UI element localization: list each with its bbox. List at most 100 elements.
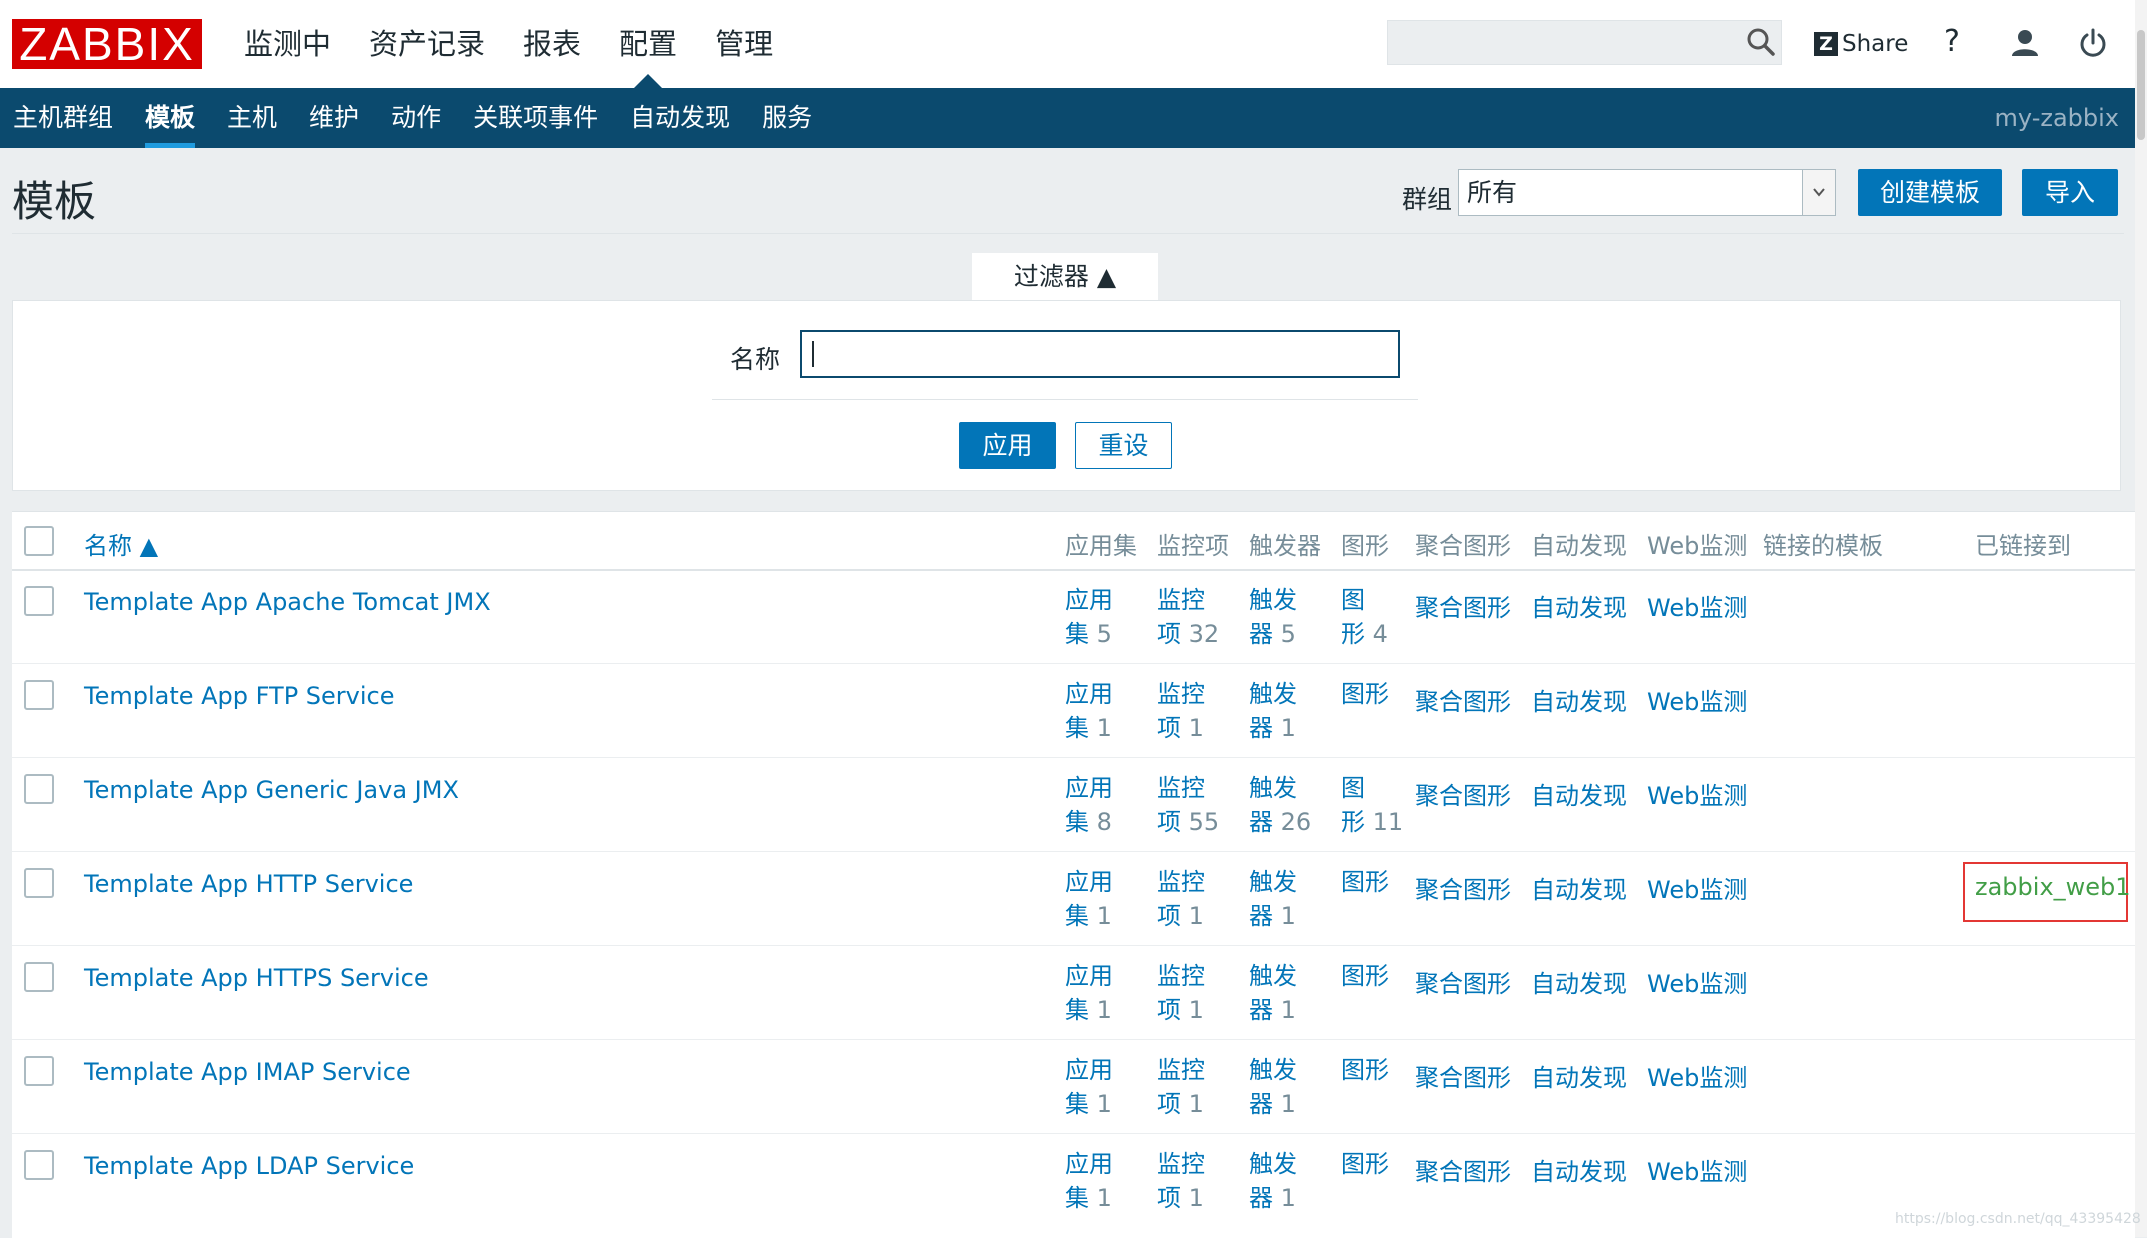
triggers-link-line2-label: 器	[1249, 902, 1273, 930]
items-link[interactable]: 监控项 55	[1157, 771, 1219, 839]
group-select[interactable]: 所有	[1458, 169, 1836, 216]
discovery-link[interactable]: 自动发现	[1531, 964, 1627, 999]
discovery-link[interactable]: 自动发现	[1531, 776, 1627, 811]
applications-link[interactable]: 应用集 1	[1065, 1053, 1113, 1121]
applications-link[interactable]: 应用集 8	[1065, 771, 1113, 839]
graphs-link[interactable]: 图形	[1341, 865, 1389, 899]
apply-button[interactable]: 应用	[959, 422, 1056, 469]
screens-link[interactable]: 聚合图形	[1415, 964, 1511, 999]
graphs-link[interactable]: 图形	[1341, 1147, 1389, 1181]
filter-tab[interactable]: 过滤器 ▲	[972, 253, 1158, 301]
discovery-link[interactable]: 自动发现	[1531, 1058, 1627, 1093]
main-menu-reports[interactable]: 报表	[504, 0, 600, 88]
items-link[interactable]: 监控项 1	[1157, 865, 1205, 933]
screens-link[interactable]: 聚合图形	[1415, 870, 1511, 905]
screens-link[interactable]: 聚合图形	[1415, 1152, 1511, 1187]
discovery-link[interactable]: 自动发现	[1531, 870, 1627, 905]
filter-name-input[interactable]	[800, 330, 1400, 378]
sub-menu-correlation[interactable]: 关联项事件	[460, 88, 617, 148]
sub-menu-actions[interactable]: 动作	[378, 88, 460, 148]
sub-menu-maintenance[interactable]: 维护	[296, 88, 378, 148]
row-checkbox[interactable]	[24, 680, 54, 710]
items-link[interactable]: 监控项 1	[1157, 959, 1205, 1027]
reset-button[interactable]: 重设	[1075, 422, 1172, 469]
web-link[interactable]: Web监测	[1647, 870, 1747, 905]
discovery-link[interactable]: 自动发现	[1531, 682, 1627, 717]
items-link-line1: 监控	[1157, 680, 1205, 708]
main-menu-administration[interactable]: 管理	[696, 0, 792, 88]
graphs-link[interactable]: 图形	[1341, 1053, 1389, 1087]
sub-menu-host-groups[interactable]: 主机群组	[0, 88, 132, 148]
create-template-button[interactable]: 创建模板	[1858, 169, 2002, 216]
vertical-scrollbar[interactable]	[2135, 0, 2147, 1237]
main-menu-configuration[interactable]: 配置	[600, 0, 696, 88]
row-checkbox[interactable]	[24, 586, 54, 616]
graphs-link[interactable]: 图形 11	[1341, 771, 1403, 839]
applications-link[interactable]: 应用集 1	[1065, 865, 1113, 933]
web-link[interactable]: Web监测	[1647, 964, 1747, 999]
share-link[interactable]: Z Share	[1814, 28, 1908, 60]
scrollbar-thumb[interactable]	[2137, 30, 2145, 140]
template-name-link[interactable]: Template App HTTPS Service	[84, 964, 429, 992]
triggers-link[interactable]: 触发器 1	[1249, 1053, 1297, 1121]
triggers-link[interactable]: 触发器 1	[1249, 865, 1297, 933]
template-name-link[interactable]: Template App Generic Java JMX	[84, 776, 459, 804]
discovery-link[interactable]: 自动发现	[1531, 1152, 1627, 1187]
template-name-link[interactable]: Template App HTTP Service	[84, 870, 413, 898]
row-checkbox[interactable]	[24, 868, 54, 898]
main-menu-inventory[interactable]: 资产记录	[350, 0, 504, 88]
select-all-checkbox[interactable]	[24, 526, 54, 556]
template-name-link[interactable]: Template App FTP Service	[84, 682, 395, 710]
graphs-link[interactable]: 图形 4	[1341, 583, 1388, 651]
web-link[interactable]: Web监测	[1647, 1058, 1747, 1093]
column-header-name[interactable]: 名称 ▲	[84, 526, 158, 561]
applications-link-line2: 集 1	[1065, 993, 1113, 1027]
web-link[interactable]: Web监测	[1647, 1152, 1747, 1187]
sub-menu-templates[interactable]: 模板	[132, 88, 214, 148]
triggers-link[interactable]: 触发器 1	[1249, 959, 1297, 1027]
graphs-link[interactable]: 图形	[1341, 677, 1389, 711]
web-link[interactable]: Web监测	[1647, 776, 1747, 811]
linked-host-link[interactable]: zabbix_web1	[1975, 873, 2131, 901]
items-link[interactable]: 监控项 1	[1157, 1053, 1205, 1121]
main-menu-monitoring[interactable]: 监测中	[225, 0, 350, 88]
search-icon[interactable]	[1745, 26, 1777, 58]
screens-link[interactable]: 聚合图形	[1415, 776, 1511, 811]
sub-menu-hosts[interactable]: 主机	[214, 88, 296, 148]
triggers-link[interactable]: 触发器 5	[1249, 583, 1297, 651]
items-link[interactable]: 监控项 32	[1157, 583, 1219, 651]
applications-link[interactable]: 应用集 1	[1065, 1147, 1113, 1215]
template-name-link[interactable]: Template App IMAP Service	[84, 1058, 411, 1086]
sign-out-icon[interactable]	[2078, 28, 2108, 58]
row-checkbox[interactable]	[24, 1150, 54, 1180]
template-name-link[interactable]: Template App LDAP Service	[84, 1152, 414, 1180]
sub-menu-discovery[interactable]: 自动发现	[617, 88, 749, 148]
help-icon[interactable]: ?	[1944, 24, 1960, 59]
web-link[interactable]: Web监测	[1647, 682, 1747, 717]
user-profile-icon[interactable]	[2010, 28, 2040, 58]
applications-link[interactable]: 应用集 5	[1065, 583, 1113, 651]
items-link[interactable]: 监控项 1	[1157, 677, 1205, 745]
triggers-link[interactable]: 触发器 26	[1249, 771, 1311, 839]
template-name-link[interactable]: Template App Apache Tomcat JMX	[84, 588, 491, 616]
row-checkbox[interactable]	[24, 1056, 54, 1086]
screens-link[interactable]: 聚合图形	[1415, 682, 1511, 717]
screens-link[interactable]: 聚合图形	[1415, 588, 1511, 623]
sub-menu-services[interactable]: 服务	[749, 88, 831, 148]
import-button[interactable]: 导入	[2022, 169, 2118, 216]
discovery-link[interactable]: 自动发现	[1531, 588, 1627, 623]
row-checkbox[interactable]	[24, 774, 54, 804]
triggers-link-line2: 器 1	[1249, 1181, 1297, 1215]
triggers-link[interactable]: 触发器 1	[1249, 1147, 1297, 1215]
search-input[interactable]	[1387, 20, 1782, 65]
items-link[interactable]: 监控项 1	[1157, 1147, 1205, 1215]
zabbix-logo[interactable]: ZABBIX	[12, 19, 202, 69]
triggers-link[interactable]: 触发器 1	[1249, 677, 1297, 745]
web-link[interactable]: Web监测	[1647, 588, 1747, 623]
applications-link[interactable]: 应用集 1	[1065, 959, 1113, 1027]
screens-link[interactable]: 聚合图形	[1415, 1058, 1511, 1093]
chevron-down-icon[interactable]	[1802, 170, 1835, 215]
row-checkbox[interactable]	[24, 962, 54, 992]
applications-link[interactable]: 应用集 1	[1065, 677, 1113, 745]
graphs-link[interactable]: 图形	[1341, 959, 1389, 993]
